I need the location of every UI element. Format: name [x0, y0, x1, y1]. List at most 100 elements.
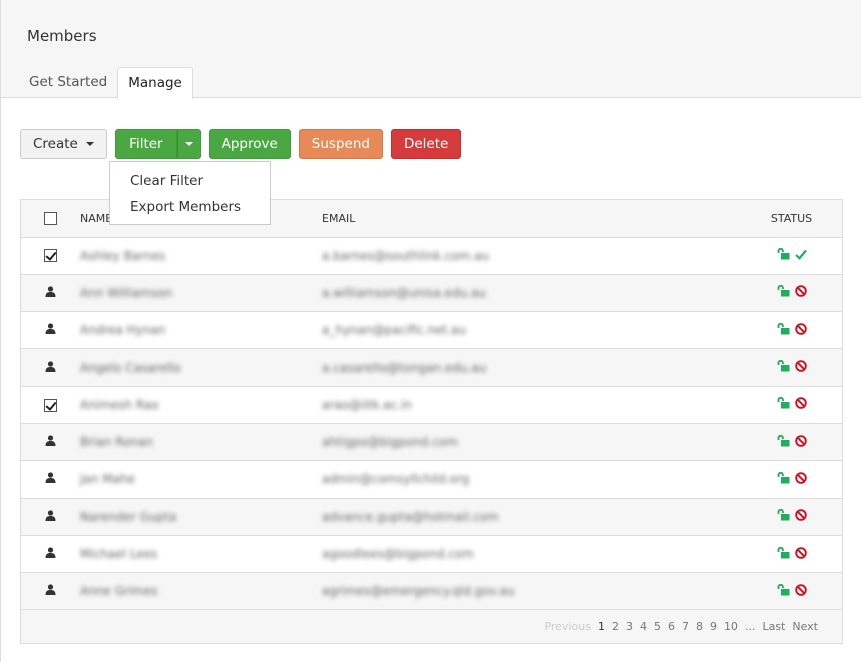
member-name[interactable]: Angelo Casarello — [80, 361, 181, 375]
member-email-cell: agrimes@emergency.qld.gov.au — [321, 572, 741, 611]
column-header-status[interactable]: STATUS — [741, 200, 842, 238]
unlock-icon[interactable] — [777, 285, 790, 300]
member-email-cell: a_hynan@pacific.net.au — [321, 311, 741, 350]
approve-button[interactable]: Approve — [208, 129, 291, 159]
member-name-cell: Michael Lees — [79, 535, 321, 574]
members-table-container: NAME EMAIL STATUS Ashley Barnes a.barnes@… — [20, 199, 843, 644]
member-email-cell: arao@iitk.ac.in — [321, 386, 741, 424]
member-email-cell: advance.gupta@hotmail.com — [321, 498, 741, 536]
column-header-email[interactable]: EMAIL — [321, 200, 741, 238]
pagination-previous[interactable]: Previous — [544, 620, 591, 633]
suspend-button[interactable]: Suspend — [298, 129, 383, 159]
member-name[interactable]: Andrea Hynan — [80, 323, 165, 337]
approved-check-icon[interactable] — [794, 249, 807, 263]
row-select-cell — [21, 386, 79, 424]
member-email-cell: ahtigpo@bigpond.com — [321, 423, 741, 462]
member-name[interactable]: Michael Lees — [80, 547, 157, 561]
blocked-icon[interactable] — [794, 360, 807, 375]
member-name[interactable]: Brian Ronan — [80, 435, 153, 449]
table-row[interactable]: Brian Ronan ahtigpo@bigpond.com — [21, 423, 842, 462]
tab-manage[interactable]: Manage — [117, 67, 193, 99]
pagination-ellipsis: ... — [744, 620, 756, 633]
pagination-page[interactable]: 5 — [654, 620, 661, 633]
unlock-icon[interactable] — [777, 434, 790, 450]
pagination-page[interactable]: 10 — [724, 620, 738, 633]
table-row[interactable]: Anne Grimes agrimes@emergency.qld.gov.au — [21, 572, 842, 611]
status-icons — [777, 471, 807, 487]
pagination-page[interactable]: 1 — [598, 620, 605, 633]
blocked-icon[interactable] — [794, 546, 807, 562]
pagination-page[interactable]: 8 — [696, 620, 703, 633]
page-header: Members Get Started Manage — [1, 0, 861, 99]
status-icons — [777, 285, 807, 300]
tab-get-started[interactable]: Get Started — [19, 67, 117, 98]
table-row[interactable]: Andrea Hynan a_hynan@pacific.net.au — [21, 311, 842, 350]
blocked-icon[interactable] — [794, 397, 807, 412]
member-name[interactable]: Jan Mahe — [80, 472, 135, 486]
pagination-page[interactable]: 4 — [640, 620, 647, 633]
create-button[interactable]: Create — [20, 129, 108, 159]
caret-down-icon — [184, 142, 193, 146]
row-select-cell — [21, 311, 79, 350]
table-row[interactable]: Animesh Rao arao@iitk.ac.in — [21, 386, 842, 424]
member-status-cell — [741, 572, 842, 611]
member-name[interactable]: Anne Grimes — [80, 584, 158, 598]
blocked-icon[interactable] — [794, 584, 807, 599]
unlock-icon[interactable] — [777, 359, 790, 375]
unlock-icon[interactable] — [777, 248, 790, 263]
member-email: a.williamson@unisa.edu.au — [322, 285, 486, 300]
menu-item-clear-filter[interactable]: Clear Filter — [110, 170, 270, 196]
member-email-cell: a.barnes@southlink.com.au — [321, 237, 741, 275]
user-icon[interactable] — [45, 323, 56, 337]
member-name[interactable]: Ann Williamson — [80, 286, 172, 300]
pagination-last[interactable]: Last — [762, 620, 785, 633]
blocked-icon[interactable] — [794, 285, 807, 300]
user-icon[interactable] — [45, 472, 56, 486]
blocked-icon[interactable] — [794, 509, 807, 524]
table-row[interactable]: Narender Gupta advance.gupta@hotmail.com — [21, 498, 842, 536]
members-table: NAME EMAIL STATUS Ashley Barnes a.barnes@… — [21, 200, 842, 611]
unlock-icon[interactable] — [777, 397, 790, 412]
user-icon[interactable] — [45, 360, 56, 375]
pagination-next[interactable]: Next — [792, 620, 818, 633]
user-icon[interactable] — [45, 510, 56, 524]
row-checkbox[interactable] — [43, 249, 57, 263]
status-icons — [777, 509, 807, 524]
member-name[interactable]: Ashley Barnes — [80, 249, 165, 263]
member-email: agrimes@emergency.qld.gov.au — [322, 584, 515, 599]
user-icon[interactable] — [45, 547, 56, 561]
blocked-icon[interactable] — [794, 322, 807, 338]
filter-split-button: Filter — [115, 129, 201, 159]
filter-button[interactable]: Filter — [115, 129, 177, 159]
user-icon[interactable] — [45, 584, 56, 598]
member-name[interactable]: Animesh Rao — [80, 398, 159, 412]
blocked-icon[interactable] — [794, 434, 807, 450]
menu-item-export-members[interactable]: Export Members — [110, 196, 270, 222]
user-icon[interactable] — [45, 286, 56, 300]
filter-dropdown-toggle[interactable] — [176, 129, 201, 159]
table-row[interactable]: Michael Lees agoodlees@bigpond.com — [21, 535, 842, 574]
row-checkbox[interactable] — [43, 398, 57, 412]
member-name[interactable]: Narender Gupta — [80, 510, 176, 524]
table-row[interactable]: Ashley Barnes a.barnes@southlink.com.au — [21, 237, 842, 275]
unlock-icon[interactable] — [777, 322, 790, 338]
pagination-page[interactable]: 9 — [710, 620, 717, 633]
status-icons — [777, 397, 807, 412]
table-row[interactable]: Jan Mahe admin@comsyllchild.org — [21, 460, 842, 499]
delete-button[interactable]: Delete — [390, 129, 462, 159]
unlock-icon[interactable] — [777, 509, 790, 524]
row-select-cell — [21, 572, 79, 611]
unlock-icon[interactable] — [777, 471, 790, 487]
pagination-page[interactable]: 2 — [612, 620, 619, 633]
unlock-icon[interactable] — [777, 583, 790, 599]
table-row[interactable]: Angelo Casarello a.casarello@tongan.edu.a… — [21, 348, 842, 387]
member-status-cell — [741, 460, 842, 499]
user-icon[interactable] — [45, 435, 56, 449]
select-all-checkbox[interactable] — [43, 212, 57, 225]
pagination-page[interactable]: 3 — [626, 620, 633, 633]
pagination-page[interactable]: 7 — [682, 620, 689, 633]
unlock-icon[interactable] — [777, 546, 790, 562]
table-row[interactable]: Ann Williamson a.williamson@unisa.edu.au — [21, 274, 842, 313]
pagination-page[interactable]: 6 — [668, 620, 675, 633]
blocked-icon[interactable] — [794, 472, 807, 487]
